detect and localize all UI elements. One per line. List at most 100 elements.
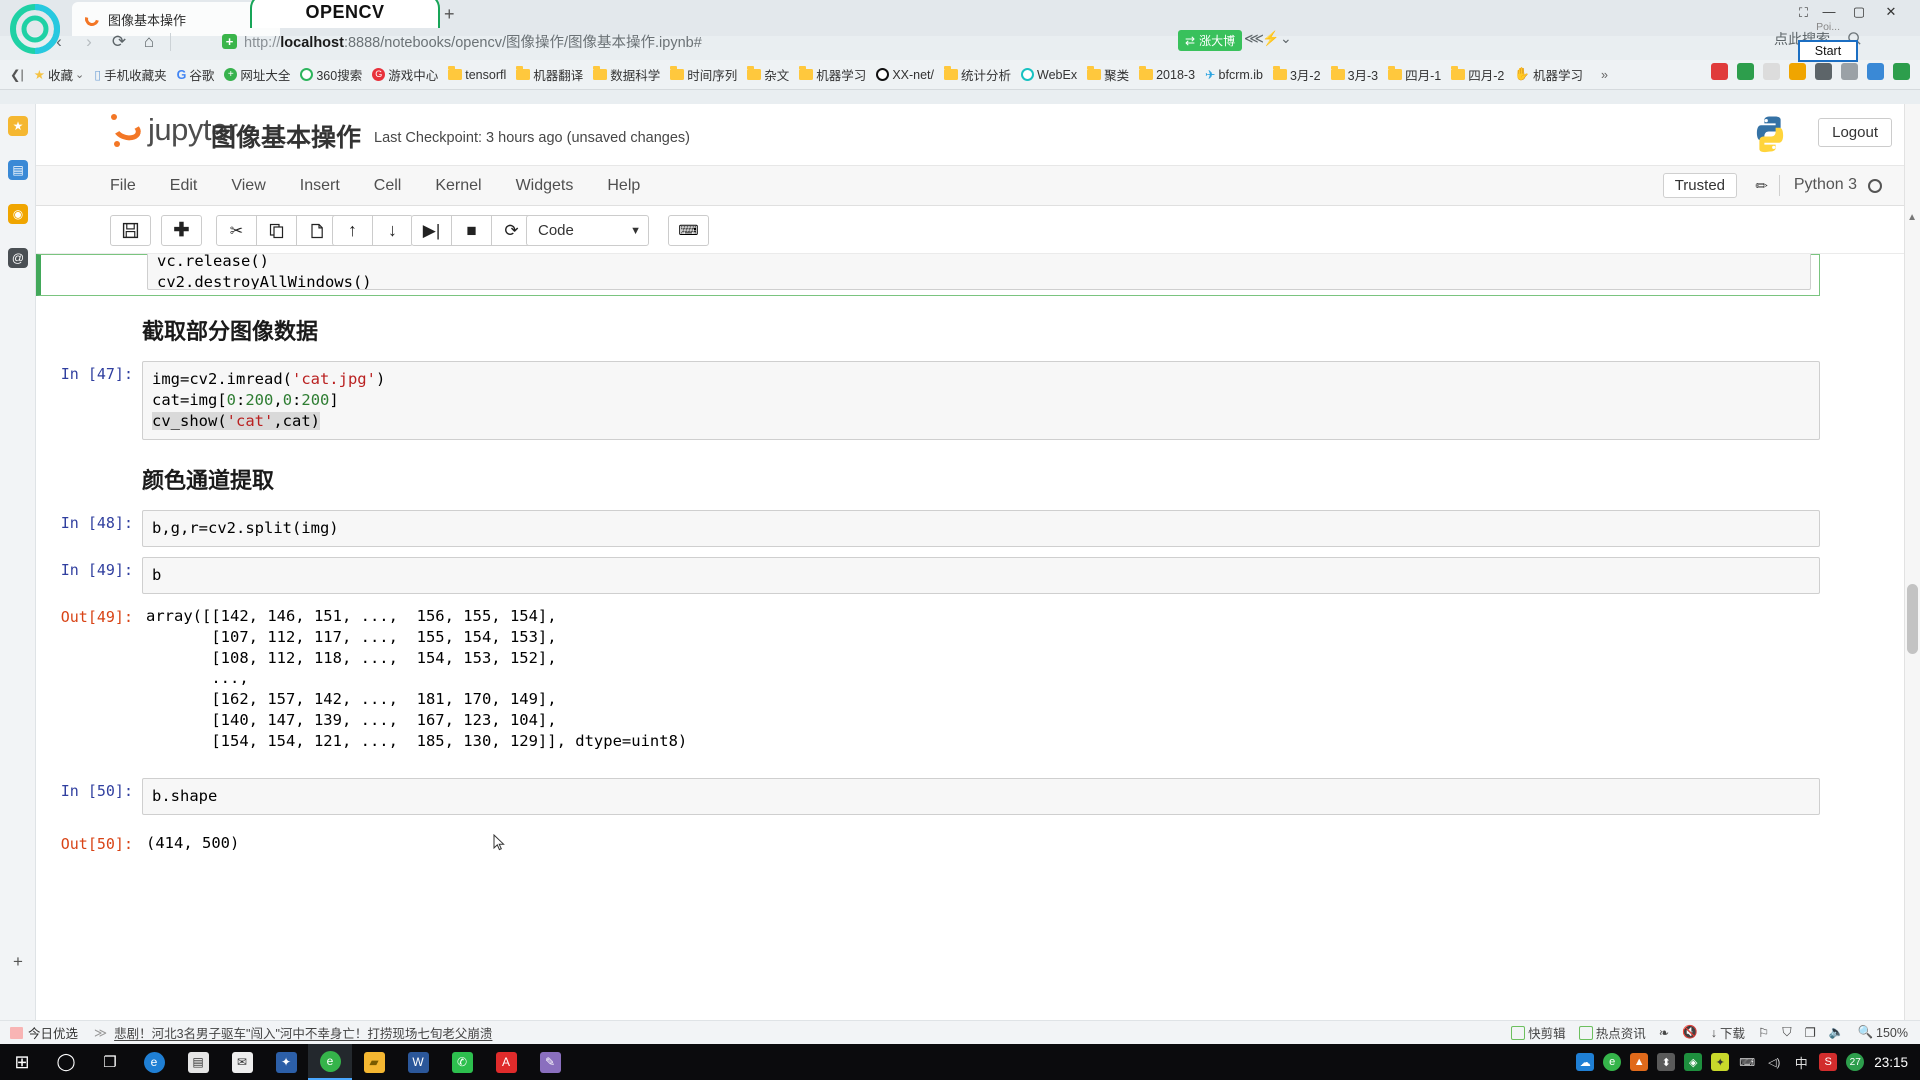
bookmark-item-0[interactable]: ★ 收藏 ⌄: [30, 63, 88, 86]
url-lightning-icon[interactable]: ⚡: [1262, 30, 1279, 47]
taskbar-clock[interactable]: 23:15: [1874, 1055, 1920, 1070]
bookmark-item-10[interactable]: 杂文: [743, 63, 793, 86]
opencv-highlight-tab[interactable]: OPENCV: [250, 0, 440, 28]
menu-kernel[interactable]: Kernel: [435, 177, 481, 195]
run-cell-button[interactable]: ▶|: [411, 215, 452, 246]
taskbar-edge[interactable]: e: [132, 1044, 176, 1080]
task-view-button[interactable]: ❐: [88, 1044, 132, 1080]
bookmark-item-14[interactable]: WebEx: [1017, 66, 1081, 84]
bookmark-item-5[interactable]: G 游戏中心: [368, 63, 442, 86]
notebook-cell-50[interactable]: In [50]: b.shape: [36, 773, 1920, 820]
tool-flag[interactable]: ⚐: [1758, 1025, 1769, 1040]
guard-icon[interactable]: ◈: [1684, 1053, 1703, 1071]
trusted-badge[interactable]: Trusted: [1662, 173, 1737, 198]
interrupt-kernel-button[interactable]: ■: [451, 215, 492, 246]
tool-shield[interactable]: ⛉: [1782, 1025, 1791, 1040]
move-cell-down-button[interactable]: ↓: [372, 215, 413, 246]
shield-green-icon[interactable]: ✦: [1711, 1053, 1730, 1071]
browser-tray-icon[interactable]: e: [1603, 1053, 1622, 1071]
fire-icon[interactable]: ▲: [1630, 1053, 1649, 1071]
bookmark-item-21[interactable]: 四月-2: [1447, 63, 1508, 86]
insert-cell-button[interactable]: ✚: [161, 215, 202, 246]
menu-edit[interactable]: Edit: [170, 177, 198, 195]
mic-tray-icon[interactable]: [1815, 62, 1832, 80]
bookmark-item-6[interactable]: tensorfl: [444, 66, 510, 84]
bookmark-item-19[interactable]: 3月-3: [1327, 63, 1383, 86]
taskbar-mail[interactable]: ✉: [220, 1044, 264, 1080]
bookmark-item-1[interactable]: ▯ 手机收藏夹: [90, 63, 170, 86]
tool-clip[interactable]: 快剪辑: [1511, 1023, 1566, 1042]
menu-help[interactable]: Help: [607, 177, 640, 195]
back-button[interactable]: ‹: [44, 32, 74, 52]
pencil-icon[interactable]: ✏: [1755, 177, 1768, 195]
cell-input-code[interactable]: break vc.release() cv2.destroyAllWindows…: [147, 254, 1811, 290]
menu-file[interactable]: File: [110, 177, 136, 195]
notebook-title[interactable]: 图像基本操作: [211, 118, 361, 154]
paste-button[interactable]: [296, 215, 337, 246]
command-palette-button[interactable]: ⌨: [668, 215, 709, 246]
reload-button[interactable]: ⟳: [104, 32, 134, 52]
menu-cell[interactable]: Cell: [374, 177, 402, 195]
bookmark-item-15[interactable]: 聚类: [1083, 63, 1133, 86]
bookmark-overflow-button[interactable]: »: [1597, 66, 1612, 84]
cortana-button[interactable]: ◯: [44, 1044, 88, 1080]
cell-input-code-47[interactable]: img=cv2.imread('cat.jpg') cat=img[0:200,…: [142, 361, 1820, 440]
news-headline[interactable]: 悲剧！河北3名男子驱车"闯入"河中不幸身亡！打捞现场七旬老父崩溃: [114, 1023, 492, 1042]
volume-icon[interactable]: ◁): [1765, 1053, 1783, 1071]
new-tab-button[interactable]: +: [444, 4, 455, 25]
bookmark-item-18[interactable]: 3月-2: [1269, 63, 1325, 86]
taskbar-paint[interactable]: ✎: [528, 1044, 572, 1080]
tool-mute[interactable]: 🔇: [1682, 1025, 1698, 1040]
window-minimize-button[interactable]: —: [1816, 4, 1842, 19]
notebook-cell-running[interactable]: break vc.release() cv2.destroyAllWindows…: [36, 254, 1820, 296]
cell-input-code-48[interactable]: b,g,r=cv2.split(img): [142, 510, 1820, 547]
tool-zoom[interactable]: 🔍 150%: [1857, 1025, 1908, 1040]
notification-badge[interactable]: 27: [1846, 1053, 1865, 1071]
pin-tray-icon[interactable]: [1763, 62, 1780, 80]
window-close-button[interactable]: ✕: [1878, 4, 1904, 20]
notebook-cell-48[interactable]: In [48]: b,g,r=cv2.split(img): [36, 505, 1920, 552]
translate-tray-icon[interactable]: [1737, 62, 1754, 80]
folder-tray-icon[interactable]: [1789, 62, 1806, 80]
sidebar-reading-list-button[interactable]: ▤: [0, 148, 36, 192]
camera-tray-icon[interactable]: [1867, 62, 1884, 80]
url-chevron-icon[interactable]: ⌄: [1280, 30, 1292, 47]
bookmark-item-4[interactable]: 360搜索: [296, 63, 366, 86]
page-scrollbar[interactable]: ▲: [1904, 104, 1920, 1024]
url-share-icon[interactable]: ⋘: [1244, 30, 1264, 47]
onedrive-icon[interactable]: ☁: [1576, 1053, 1595, 1071]
home-button[interactable]: ⌂: [134, 32, 164, 52]
network-icon[interactable]: ⌨: [1738, 1053, 1756, 1071]
markdown-heading-2[interactable]: 颜色通道提取: [36, 445, 1920, 505]
bookmark-item-9[interactable]: 时间序列: [666, 63, 741, 86]
url-badge[interactable]: ⇄ 涨大博: [1178, 30, 1243, 51]
logout-button[interactable]: Logout: [1818, 118, 1892, 147]
menu-insert[interactable]: Insert: [300, 177, 340, 195]
tool-window[interactable]: ❐: [1805, 1025, 1816, 1040]
taskbar-360browser[interactable]: e: [308, 1044, 352, 1080]
keyboard-tray-icon[interactable]: [1841, 62, 1858, 80]
tool-volume[interactable]: 🔈: [1829, 1025, 1845, 1040]
usb-icon[interactable]: ⬍: [1657, 1053, 1676, 1071]
chevron-down-icon[interactable]: ⌄: [75, 68, 84, 81]
promo-label[interactable]: 今日优选: [28, 1023, 78, 1042]
bookmark-item-7[interactable]: 机器翻译: [512, 63, 587, 86]
kernel-name-label[interactable]: Python 3: [1794, 176, 1857, 194]
sidebar-readmode-button[interactable]: ◉: [0, 192, 36, 236]
bookmark-item-22[interactable]: ✋ 机器学习: [1510, 63, 1587, 86]
menu-widgets[interactable]: Widgets: [516, 177, 574, 195]
bookmark-item-11[interactable]: 机器学习: [795, 63, 870, 86]
taskbar-pdf[interactable]: A: [484, 1044, 528, 1080]
cell-input-code-50[interactable]: b.shape: [142, 777, 1820, 815]
bookmark-item-20[interactable]: 四月-1: [1384, 63, 1445, 86]
tool-download[interactable]: ↓ 下载: [1711, 1023, 1745, 1042]
window-maximize-button[interactable]: ▢: [1846, 4, 1872, 20]
tool-leaf[interactable]: ❧: [1659, 1025, 1669, 1040]
forward-button[interactable]: ›: [74, 32, 104, 52]
taskbar-word[interactable]: W: [396, 1044, 440, 1080]
sidebar-notes-button[interactable]: @: [0, 236, 36, 280]
tool-news[interactable]: 热点资讯: [1578, 1023, 1646, 1042]
bookmark-collapse-icon[interactable]: ❮|: [6, 65, 28, 84]
sogou-icon[interactable]: S: [1819, 1053, 1838, 1071]
sidebar-add-button[interactable]: +: [0, 940, 36, 984]
